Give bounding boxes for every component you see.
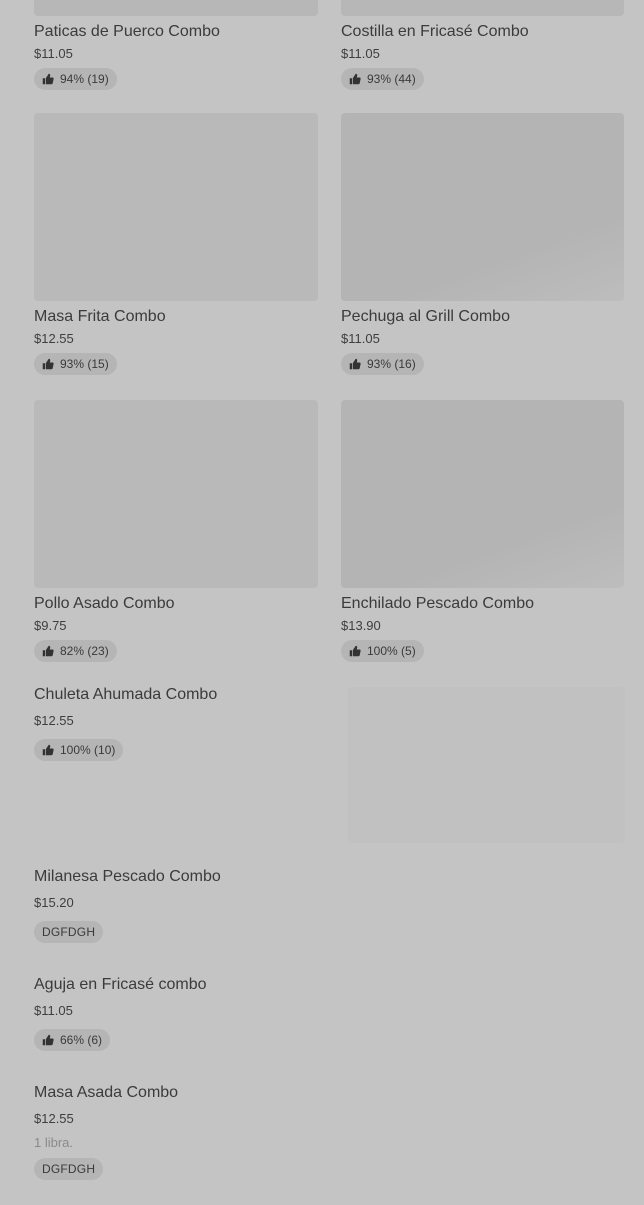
rating-badge: 82% (23) — [34, 640, 117, 662]
menu-item-card[interactable]: Pollo Asado Combo $9.75 82% (23) — [34, 400, 318, 662]
item-image — [34, 0, 318, 16]
item-price: $13.90 — [341, 618, 381, 633]
item-price: $11.05 — [34, 1003, 73, 1018]
thumbs-up-icon — [349, 73, 361, 85]
rating-text: 94% (19) — [60, 72, 109, 86]
rating-text: 93% (44) — [367, 72, 416, 86]
item-price: $12.55 — [34, 331, 74, 346]
item-price: $11.05 — [34, 46, 73, 61]
item-title: Masa Frita Combo — [34, 308, 166, 325]
menu-list-item[interactable]: Aguja en Fricasé combo $11.05 66% (6) — [34, 975, 634, 1051]
item-price: $15.20 — [34, 895, 74, 910]
item-title: Pollo Asado Combo — [34, 595, 175, 612]
thumbs-up-icon — [42, 73, 54, 85]
rating-badge: 100% (5) — [341, 640, 424, 662]
item-title: Paticas de Puerco Combo — [34, 23, 220, 40]
thumbs-up-icon — [349, 358, 361, 370]
menu-item-card[interactable]: Masa Frita Combo $12.55 93% (15) — [34, 113, 318, 375]
item-image — [34, 400, 318, 588]
item-image — [341, 113, 624, 301]
rating-badge: 93% (15) — [34, 353, 117, 375]
item-price: $11.05 — [341, 46, 380, 61]
thumbs-up-icon — [42, 358, 54, 370]
tag-badge: DGFDGH — [34, 921, 104, 943]
item-image — [341, 400, 624, 588]
rating-badge: 93% (44) — [341, 68, 424, 90]
menu-list-item[interactable]: Masa Asada Combo $12.55 1 libra. DGFDGH — [34, 1083, 634, 1180]
item-price: $11.05 — [341, 331, 380, 346]
tag-badge: DGFDGH — [34, 1158, 104, 1180]
thumbs-up-icon — [42, 1034, 54, 1046]
rating-text: 93% (15) — [60, 357, 109, 371]
rating-badge: 94% (19) — [34, 68, 117, 90]
thumbs-up-icon — [349, 645, 361, 657]
thumbs-up-icon — [42, 645, 54, 657]
item-title: Milanesa Pescado Combo — [34, 868, 221, 885]
rating-badge: 100% (10) — [34, 739, 124, 761]
rating-text: 66% (6) — [60, 1033, 103, 1047]
rating-badge: 93% (16) — [341, 353, 424, 375]
menu-item-card[interactable]: Pechuga al Grill Combo $11.05 93% (16) — [341, 113, 625, 375]
rating-text: 100% (5) — [367, 644, 416, 658]
item-image-placeholder — [348, 687, 625, 843]
item-title: Masa Asada Combo — [34, 1084, 179, 1101]
menu-item-card[interactable]: Enchilado Pescado Combo $13.90 100% (5) — [341, 400, 625, 662]
item-image — [341, 0, 624, 16]
item-image — [34, 113, 318, 301]
item-title: Costilla en Fricasé Combo — [341, 23, 529, 40]
thumbs-up-icon — [42, 744, 54, 756]
menu-item-card[interactable]: Paticas de Puerco Combo $11.05 94% (19) — [34, 0, 318, 90]
item-description: 1 libra. — [34, 1135, 74, 1150]
item-price: $9.75 — [34, 618, 67, 633]
rating-badge: 66% (6) — [34, 1029, 111, 1051]
item-price: $12.55 — [34, 1111, 74, 1126]
rating-text: 82% (23) — [60, 644, 109, 658]
item-title: Enchilado Pescado Combo — [341, 595, 535, 612]
item-title: Aguja en Fricasé combo — [34, 976, 207, 993]
rating-text: 100% (10) — [60, 743, 116, 757]
rating-text: 93% (16) — [367, 357, 416, 371]
item-title: Pechuga al Grill Combo — [341, 308, 510, 325]
menu-list-item[interactable]: Milanesa Pescado Combo $15.20 DGFDGH — [34, 867, 634, 943]
menu-item-card[interactable]: Costilla en Fricasé Combo $11.05 93% (44… — [341, 0, 625, 90]
